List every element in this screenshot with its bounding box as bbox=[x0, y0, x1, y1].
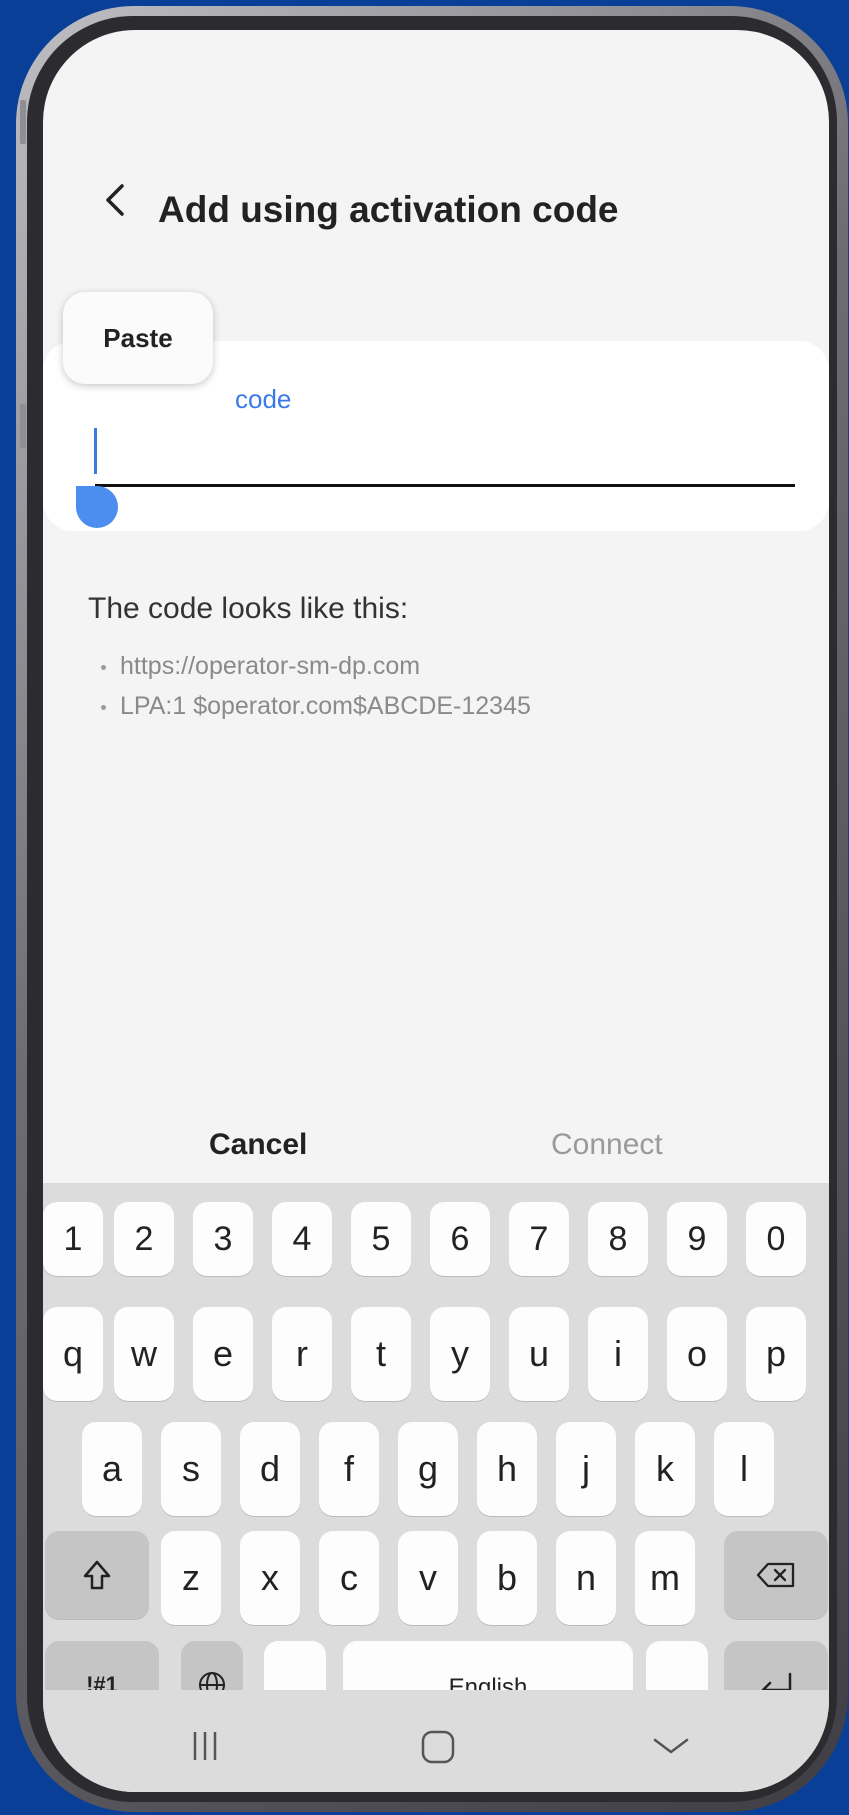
stage: Add using activation code code Paste The… bbox=[0, 0, 849, 1815]
chevron-left-icon[interactable] bbox=[98, 178, 132, 222]
key-t[interactable]: t bbox=[351, 1307, 411, 1401]
example-item: https://operator-sm-dp.com bbox=[101, 652, 420, 681]
bullet-icon bbox=[101, 664, 106, 670]
key-p[interactable]: p bbox=[746, 1307, 806, 1401]
example-item: LPA:1 $operator.com$ABCDE-12345 bbox=[101, 692, 531, 721]
key-s[interactable]: s bbox=[161, 1422, 221, 1516]
page-title: Add using activation code bbox=[158, 189, 619, 230]
home-button[interactable] bbox=[379, 1690, 499, 1770]
key-a[interactable]: a bbox=[82, 1422, 142, 1516]
paste-button[interactable]: Paste bbox=[63, 292, 213, 384]
key-y[interactable]: y bbox=[430, 1307, 490, 1401]
key-x[interactable]: x bbox=[240, 1531, 300, 1625]
key-q[interactable]: q bbox=[43, 1307, 103, 1401]
navigation-bar bbox=[43, 1690, 829, 1792]
key-4[interactable]: 4 bbox=[272, 1202, 332, 1276]
example-text: LPA:1 $operator.com$ABCDE-12345 bbox=[120, 692, 531, 720]
bullet-icon bbox=[101, 704, 106, 710]
help-title: The code looks like this: bbox=[88, 592, 409, 625]
chevron-down-icon bbox=[653, 1738, 689, 1754]
key-0[interactable]: 0 bbox=[746, 1202, 806, 1276]
key-i[interactable]: i bbox=[588, 1307, 648, 1401]
key-j[interactable]: j bbox=[556, 1422, 616, 1516]
recents-button[interactable] bbox=[145, 1690, 265, 1770]
key-7[interactable]: 7 bbox=[509, 1202, 569, 1276]
key-k[interactable]: k bbox=[635, 1422, 695, 1516]
home-icon bbox=[421, 1730, 455, 1764]
key-2[interactable]: 2 bbox=[114, 1202, 174, 1276]
shift-key[interactable] bbox=[45, 1531, 149, 1619]
backspace-icon bbox=[756, 1562, 795, 1588]
cancel-button[interactable]: Cancel bbox=[209, 1128, 307, 1162]
hide-keyboard-button[interactable] bbox=[611, 1690, 731, 1770]
example-text: https://operator-sm-dp.com bbox=[120, 652, 421, 680]
side-button-right bbox=[640, 8, 660, 14]
key-h[interactable]: h bbox=[477, 1422, 537, 1516]
key-z[interactable]: z bbox=[161, 1531, 221, 1625]
key-m[interactable]: m bbox=[635, 1531, 695, 1625]
key-g[interactable]: g bbox=[398, 1422, 458, 1516]
backspace-key[interactable] bbox=[724, 1531, 828, 1619]
key-b[interactable]: b bbox=[477, 1531, 537, 1625]
activation-code-input[interactable] bbox=[95, 484, 795, 487]
key-w[interactable]: w bbox=[114, 1307, 174, 1401]
connect-button[interactable]: Connect bbox=[551, 1128, 663, 1162]
key-5[interactable]: 5 bbox=[351, 1202, 411, 1276]
key-3[interactable]: 3 bbox=[193, 1202, 253, 1276]
key-u[interactable]: u bbox=[509, 1307, 569, 1401]
key-6[interactable]: 6 bbox=[430, 1202, 490, 1276]
side-button-bottom bbox=[20, 404, 26, 448]
key-1[interactable]: 1 bbox=[43, 1202, 103, 1276]
cursor-handle[interactable] bbox=[76, 486, 118, 528]
key-r[interactable]: r bbox=[272, 1307, 332, 1401]
key-e[interactable]: e bbox=[193, 1307, 253, 1401]
key-9[interactable]: 9 bbox=[667, 1202, 727, 1276]
key-c[interactable]: c bbox=[319, 1531, 379, 1625]
key-8[interactable]: 8 bbox=[588, 1202, 648, 1276]
key-l[interactable]: l bbox=[714, 1422, 774, 1516]
recents-icon bbox=[193, 1732, 217, 1760]
key-d[interactable]: d bbox=[240, 1422, 300, 1516]
key-n[interactable]: n bbox=[556, 1531, 616, 1625]
key-o[interactable]: o bbox=[667, 1307, 727, 1401]
text-cursor bbox=[94, 428, 97, 474]
key-f[interactable]: f bbox=[319, 1422, 379, 1516]
side-button-top bbox=[20, 100, 26, 144]
activation-code-label: code bbox=[235, 384, 292, 414]
screen: Add using activation code code Paste The… bbox=[43, 30, 829, 1792]
key-v[interactable]: v bbox=[398, 1531, 458, 1625]
shift-icon bbox=[83, 1560, 111, 1590]
